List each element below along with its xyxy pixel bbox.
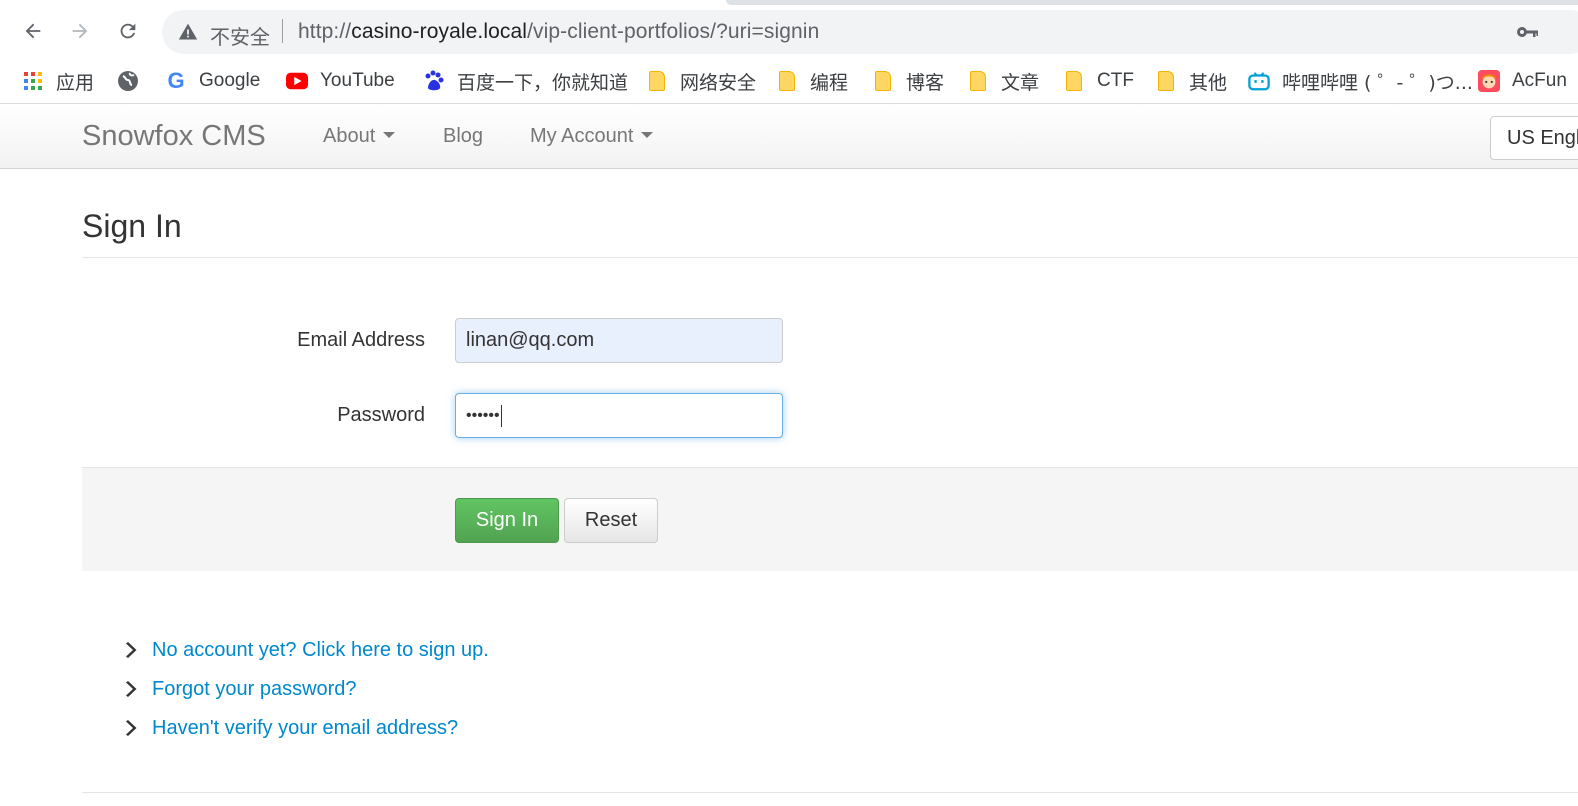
verify-email-link[interactable]: Haven't verify your email address? [152, 717, 458, 740]
forgot-password-link[interactable]: Forgot your password? [152, 678, 357, 701]
list-item: Forgot your password? [122, 674, 357, 704]
bilibili-icon [1248, 70, 1270, 92]
chevron-right-icon [126, 681, 137, 697]
back-icon [25, 23, 41, 39]
language-select[interactable]: US English [1490, 116, 1578, 160]
google-icon: G [167, 68, 185, 93]
bookmark-folder-articles[interactable]: 文章 [967, 68, 1039, 94]
nav-about-dropdown[interactable]: About [323, 125, 396, 148]
bookmark-google[interactable]: G Google [165, 68, 260, 94]
bookmark-label: Google [199, 70, 261, 91]
bookmark-label: YouTube [320, 70, 395, 91]
youtube-icon [286, 70, 308, 92]
text-cursor [500, 404, 502, 427]
form-actions: Sign In Reset [82, 467, 1578, 571]
baidu-icon [423, 70, 445, 92]
list-item: Haven't verify your email address? [122, 713, 458, 743]
bookmark-label: AcFun [1512, 70, 1567, 91]
nav-my-account-label: My Account [530, 125, 634, 147]
sign-up-link[interactable]: No account yet? Click here to sign up. [152, 639, 489, 662]
nav-my-account-dropdown[interactable]: My Account [530, 125, 654, 148]
address-bar[interactable]: 不安全 http://casino-royale.local/vip-clien… [162, 10, 1578, 54]
bookmark-folder-security[interactable]: 网络安全 [646, 68, 756, 94]
folder-icon [646, 70, 668, 92]
chevron-right-icon [126, 642, 137, 658]
language-value: US English [1507, 127, 1578, 149]
folder-icon [776, 70, 798, 92]
bookmark-bilibili[interactable]: 哔哩哔哩 ( ゜- ゜)つ... [1248, 68, 1473, 94]
nav-blog-link[interactable]: Blog [443, 125, 483, 148]
bookmark-baidu[interactable]: 百度一下，你就知道 [423, 68, 628, 94]
forward-icon [72, 23, 88, 39]
bookmark-globe[interactable] [117, 68, 151, 94]
email-field[interactable]: linan@qq.com [455, 318, 783, 363]
reload-button[interactable] [111, 14, 145, 48]
acfun-icon [1478, 70, 1500, 92]
bookmark-label: 其他 [1189, 71, 1228, 94]
bookmark-label: 哔哩哔哩 ( ゜- ゜)つ... [1282, 71, 1473, 94]
caret-down-icon [641, 132, 654, 138]
bookmark-label: 博客 [906, 71, 945, 94]
warning-icon [178, 23, 198, 40]
nav-about-label: About [323, 125, 376, 147]
folder-icon [1063, 70, 1085, 92]
email-value: linan@qq.com [466, 329, 595, 351]
browser-toolbar: 不安全 http://casino-royale.local/vip-clien… [0, 6, 1578, 58]
bookmark-youtube[interactable]: YouTube [286, 68, 395, 94]
url-host: casino-royale.local [351, 20, 528, 43]
password-field[interactable]: •••••• [455, 393, 783, 438]
bookmark-folder-blog[interactable]: 博客 [872, 68, 944, 94]
bookmark-folder-ctf[interactable]: CTF [1063, 68, 1134, 94]
bookmark-acfun[interactable]: AcFun [1478, 68, 1567, 94]
bookmark-label: 百度一下，你就知道 [457, 71, 629, 94]
bookmark-folder-other[interactable]: 其他 [1155, 68, 1227, 94]
folder-icon [872, 70, 894, 92]
email-label: Email Address [297, 329, 425, 351]
folder-icon [967, 70, 989, 92]
bookmark-apps[interactable]: 应用 [22, 68, 94, 94]
key-icon[interactable] [1516, 24, 1540, 40]
password-value: •••••• [466, 406, 500, 424]
bookmark-label: 文章 [1001, 71, 1040, 94]
url-path: /vip-client-portfolios/?uri=signin [527, 20, 820, 43]
bookmark-label: CTF [1097, 70, 1134, 91]
title-divider [82, 257, 1578, 258]
security-label[interactable]: 不安全 [210, 21, 270, 50]
brand-link[interactable]: Snowfox CMS [82, 120, 266, 153]
back-button[interactable] [16, 14, 50, 48]
list-item: No account yet? Click here to sign up. [122, 635, 489, 665]
tab-edge [726, 0, 1578, 5]
bookmarks-bar: 应用 G Google YouTube 百度一下，你就知道 网络安全 编程 博客… [0, 58, 1578, 104]
apps-grid-icon [22, 70, 44, 92]
bookmark-folder-programming[interactable]: 编程 [776, 68, 848, 94]
page-title: Sign In [82, 208, 182, 244]
bookmark-label: 编程 [810, 71, 849, 94]
url-scheme: http:// [298, 20, 352, 43]
sign-in-button[interactable]: Sign In [455, 498, 559, 543]
site-navbar: Snowfox CMS About Blog My Account US Eng… [0, 105, 1578, 169]
bookmark-label: 网络安全 [680, 71, 757, 94]
reload-icon [120, 23, 136, 39]
chevron-right-icon [126, 720, 137, 736]
caret-down-icon [383, 132, 396, 138]
bookmark-label: 应用 [56, 71, 95, 94]
omnibox-separator [282, 19, 283, 43]
reset-button[interactable]: Reset [564, 498, 658, 543]
footer-divider [82, 792, 1578, 793]
forward-button[interactable] [63, 14, 97, 48]
folder-icon [1155, 70, 1177, 92]
password-label: Password [337, 404, 425, 426]
url-text[interactable]: http://casino-royale.local/vip-client-po… [298, 20, 819, 44]
globe-icon [117, 70, 139, 92]
